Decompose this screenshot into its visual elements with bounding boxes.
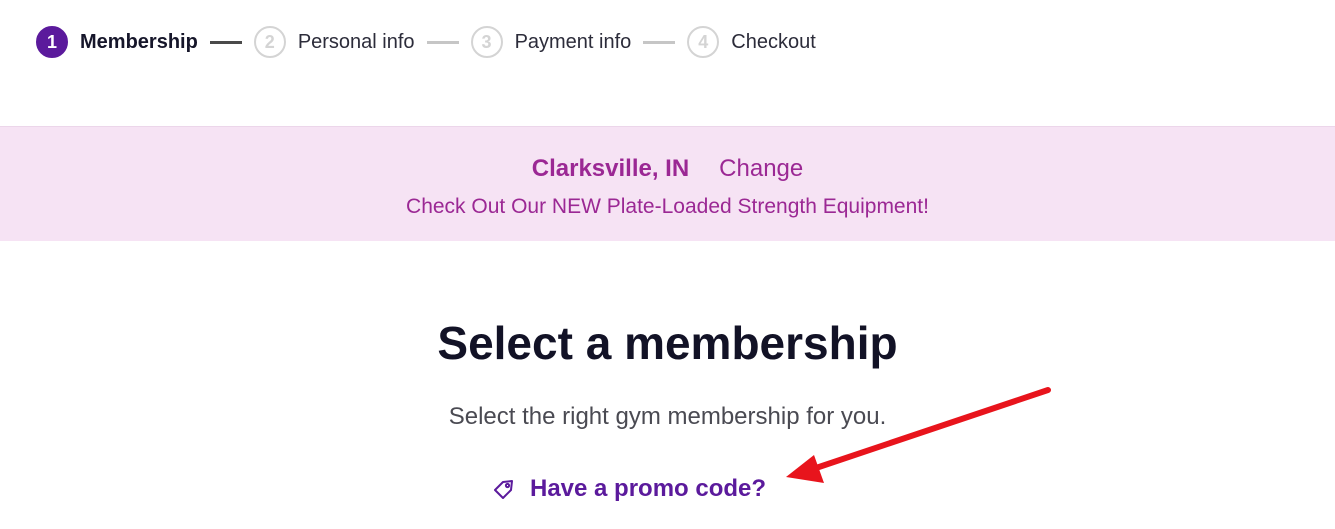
red-arrow-annotation xyxy=(786,387,1051,483)
step-label: Payment info xyxy=(514,30,632,53)
step-number: 4 xyxy=(687,26,720,58)
promo-code-label: Have a promo code? xyxy=(530,475,767,502)
step-connector xyxy=(643,40,676,44)
step-label: Membership xyxy=(80,30,198,53)
step-membership: 1 Membership xyxy=(36,26,198,58)
location-name: Clarksville, IN xyxy=(531,155,690,182)
location-row: Clarksville, IN Change xyxy=(0,155,1335,183)
step-label: Checkout xyxy=(731,30,816,53)
announcement-link[interactable]: Check Out Our NEW Plate-Loaded Strength … xyxy=(0,195,1335,219)
change-location-link[interactable]: Change xyxy=(719,155,803,183)
promo-code-link[interactable]: Have a promo code? xyxy=(492,475,766,503)
step-number: 1 xyxy=(36,26,68,58)
step-checkout: 4 Checkout xyxy=(687,26,816,58)
step-number: 3 xyxy=(470,26,503,58)
step-connector xyxy=(426,40,459,44)
step-payment-info: 3 Payment info xyxy=(470,26,632,58)
step-connector xyxy=(209,40,242,44)
step-number: 2 xyxy=(253,26,286,58)
step-personal-info: 2 Personal info xyxy=(253,26,415,58)
page-subtitle: Select the right gym membership for you. xyxy=(448,403,887,430)
tag-icon xyxy=(494,480,513,499)
location-banner: Clarksville, IN Change Check Out Our NEW… xyxy=(0,126,1335,241)
step-label: Personal info xyxy=(297,30,415,53)
checkout-stepper: 1 Membership 2 Personal info 3 Payment i… xyxy=(36,24,816,60)
page-title: Select a membership xyxy=(437,317,898,369)
